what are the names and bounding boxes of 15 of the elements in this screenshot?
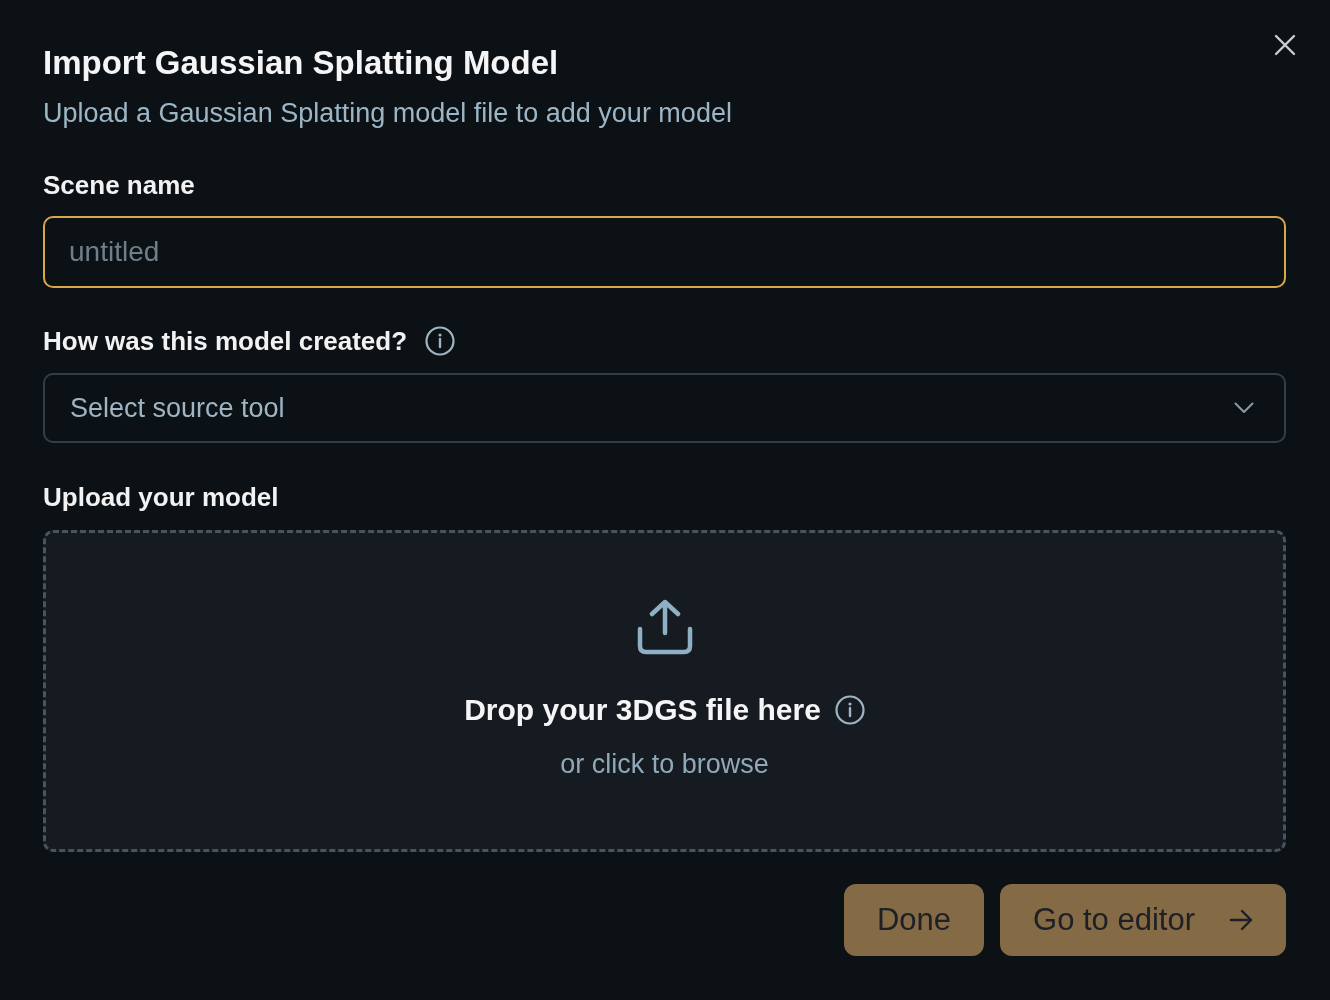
dialog-title: Import Gaussian Splatting Model (43, 43, 560, 83)
drop-prompt: Drop your 3DGS file here (464, 692, 821, 728)
field-label: Scene name (43, 169, 195, 202)
dialog-subtitle: Upload a Gaussian Splatting model file to add your model (43, 97, 732, 130)
upload-icon (636, 599, 693, 655)
field-label: How was this model created? (43, 325, 408, 358)
arrow-right-icon (1229, 909, 1253, 931)
info-icon[interactable] (425, 326, 456, 356)
file-drop-zone[interactable]: Drop your 3DGS file here or click to browse (43, 530, 1286, 852)
select-field[interactable]: Select source tool (43, 373, 1286, 443)
field-label: Upload your model (43, 481, 280, 514)
info-icon[interactable] (834, 695, 865, 725)
chevron-down-icon (1234, 402, 1254, 414)
browse-hint: or click to browse (560, 748, 769, 781)
text-input-field[interactable]: untitled (43, 216, 1286, 288)
